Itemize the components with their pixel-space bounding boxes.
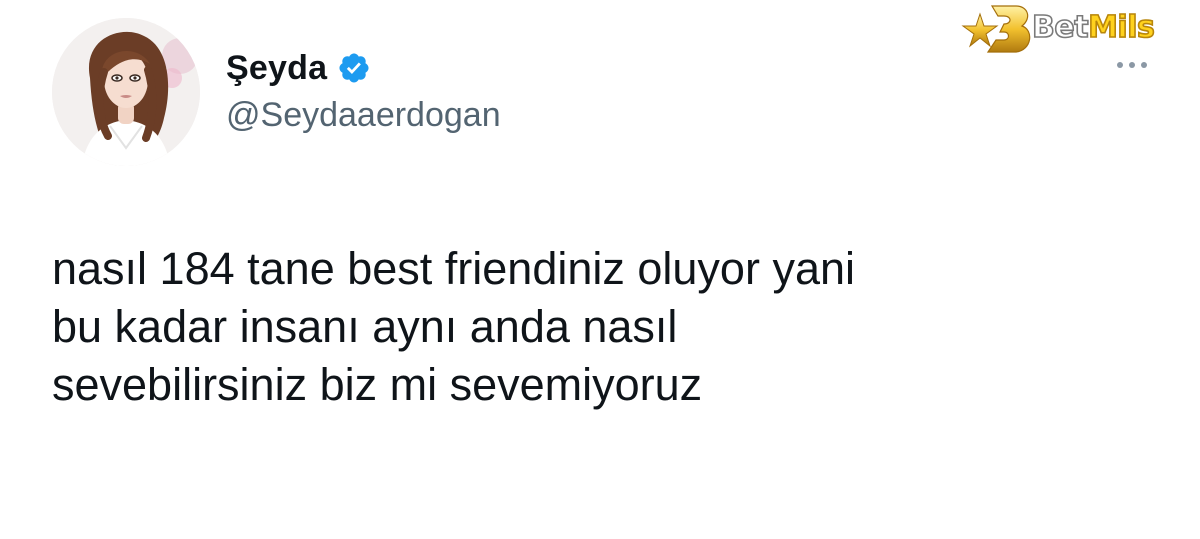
author-name-row: Şeyda <box>226 46 501 90</box>
tweet-card: Şeyda @Seydaaerdogan BetMils nasıl 184 t… <box>0 0 1200 539</box>
more-options-icon[interactable] <box>1117 62 1147 68</box>
avatar-illustration <box>52 18 200 166</box>
verified-badge-icon <box>337 51 371 85</box>
avatar[interactable] <box>52 18 200 166</box>
display-name[interactable]: Şeyda <box>226 49 327 88</box>
author-handle[interactable]: @Seydaaerdogan <box>226 96 501 135</box>
logo-text: BetMils <box>1031 9 1155 46</box>
tweet-text: nasıl 184 tane best friendiniz oluyor ya… <box>52 240 1152 414</box>
betmils-logo-icon: BetMils <box>958 0 1190 62</box>
tweet-text-line: bu kadar insanı aynı anda nasıl <box>52 301 678 352</box>
tweet-text-line: sevebilirsiniz biz mi sevemiyoruz <box>52 359 703 410</box>
tweet-text-line: nasıl 184 tane best friendiniz oluyor ya… <box>52 243 855 294</box>
tweet-author: Şeyda @Seydaaerdogan <box>226 46 501 135</box>
